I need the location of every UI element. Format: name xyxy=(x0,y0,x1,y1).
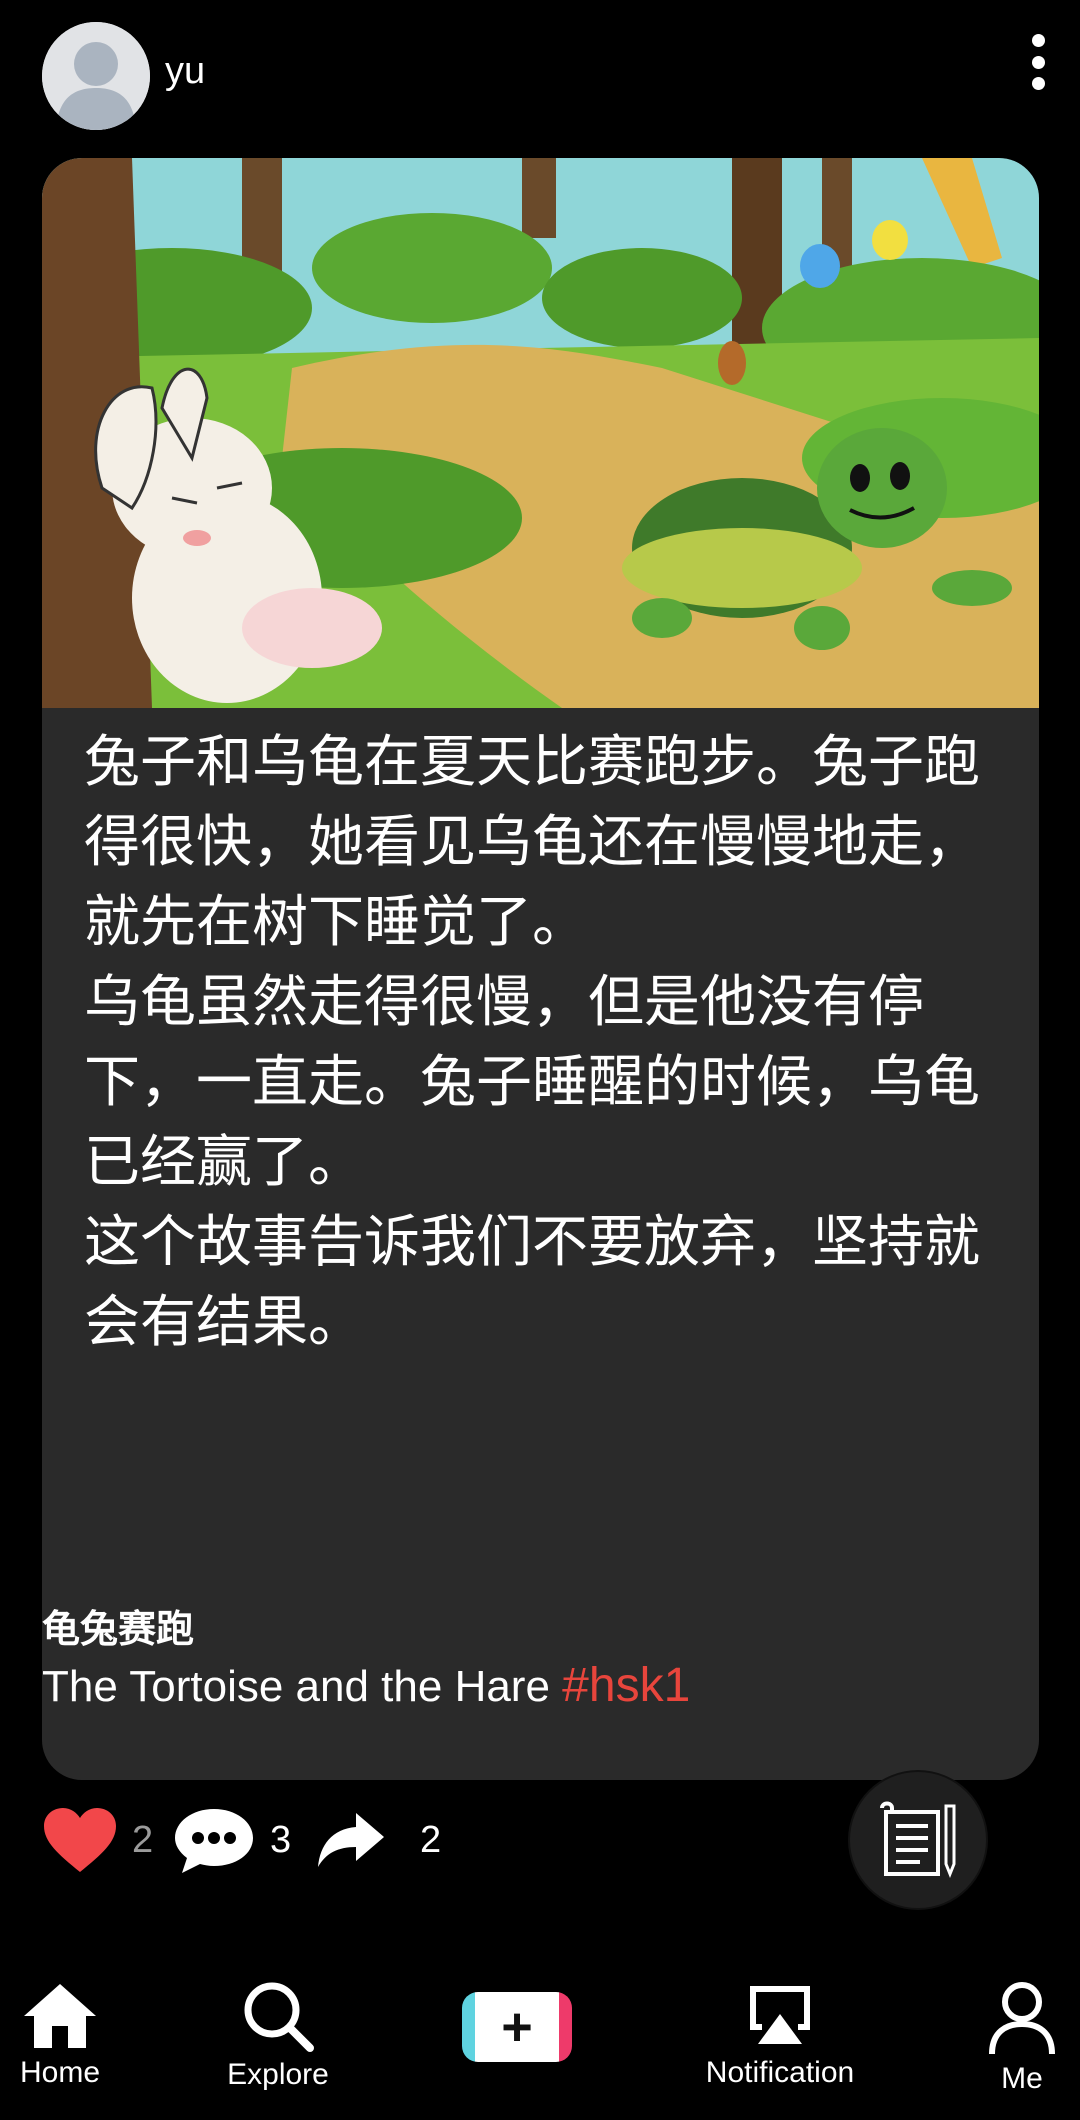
default-avatar-icon xyxy=(42,22,150,130)
comment-bubble-icon xyxy=(175,1809,253,1873)
plus-icon: + xyxy=(501,1997,533,2057)
like-button[interactable]: 2 xyxy=(42,1800,153,1880)
more-dot xyxy=(1031,77,1045,90)
hashtag-link[interactable]: #hsk1 xyxy=(562,1659,690,1712)
post-card[interactable]: 兔子和乌龟在夏天比赛跑步。兔子跑得很快，她看见乌龟还在慢慢地走，就先在树下睡觉了… xyxy=(42,158,1039,1780)
bottom-nav: Home Explore + Notification Me xyxy=(0,1980,1080,2120)
notes-button[interactable] xyxy=(850,1772,986,1908)
more-vertical-icon xyxy=(1031,34,1045,47)
comment-count: 3 xyxy=(270,1818,292,1861)
person-icon xyxy=(989,1982,1055,2055)
username[interactable]: yu xyxy=(165,50,205,93)
share-arrow-icon xyxy=(318,1813,384,1867)
caption-subtitle: The Tortoise and the Hare xyxy=(42,1662,563,1711)
nav-home[interactable]: Home xyxy=(0,1980,120,2090)
caption-line: The Tortoise and the Hare #hsk1 xyxy=(42,1658,690,1713)
heart-icon xyxy=(44,1808,116,1872)
search-icon xyxy=(244,1982,314,2052)
post-actions: 2 3 2 xyxy=(42,1800,502,1880)
nav-me-label: Me xyxy=(1001,2062,1043,2095)
share-count: 2 xyxy=(420,1818,442,1861)
nav-me[interactable]: Me xyxy=(962,1980,1080,2096)
more-options-button[interactable] xyxy=(1020,30,1056,94)
notes-pencil-icon xyxy=(880,1801,956,1879)
avatar[interactable] xyxy=(42,22,150,130)
comment-button[interactable]: 3 xyxy=(172,1800,291,1880)
more-dot xyxy=(1031,55,1045,69)
nav-add[interactable]: + xyxy=(462,1992,572,2062)
like-count: 2 xyxy=(132,1818,154,1861)
story-text: 兔子和乌龟在夏天比赛跑步。兔子跑得很快，她看见乌龟还在慢慢地走，就先在树下睡觉了… xyxy=(84,730,980,1355)
share-button[interactable]: 2 xyxy=(316,1800,441,1880)
nav-notification[interactable]: Notification xyxy=(700,1980,860,2090)
create-post-button[interactable]: + xyxy=(462,1992,572,2062)
nav-notification-label: Notification xyxy=(705,2056,855,2089)
caption-title: 龟兔赛跑 xyxy=(42,1607,195,1651)
app-screen: yu 兔子和乌龟在夏天比赛跑步。兔子跑得很快，她看见乌龟还在慢慢地走，就先在树下… xyxy=(0,0,1080,2120)
nav-home-label: Home xyxy=(19,2056,101,2089)
cast-icon xyxy=(750,1986,810,2044)
nav-explore-label: Explore xyxy=(227,2058,329,2091)
nav-explore[interactable]: Explore xyxy=(218,1980,338,2092)
home-icon xyxy=(24,1984,96,2048)
tortoise-hare-illustration xyxy=(42,158,1039,708)
